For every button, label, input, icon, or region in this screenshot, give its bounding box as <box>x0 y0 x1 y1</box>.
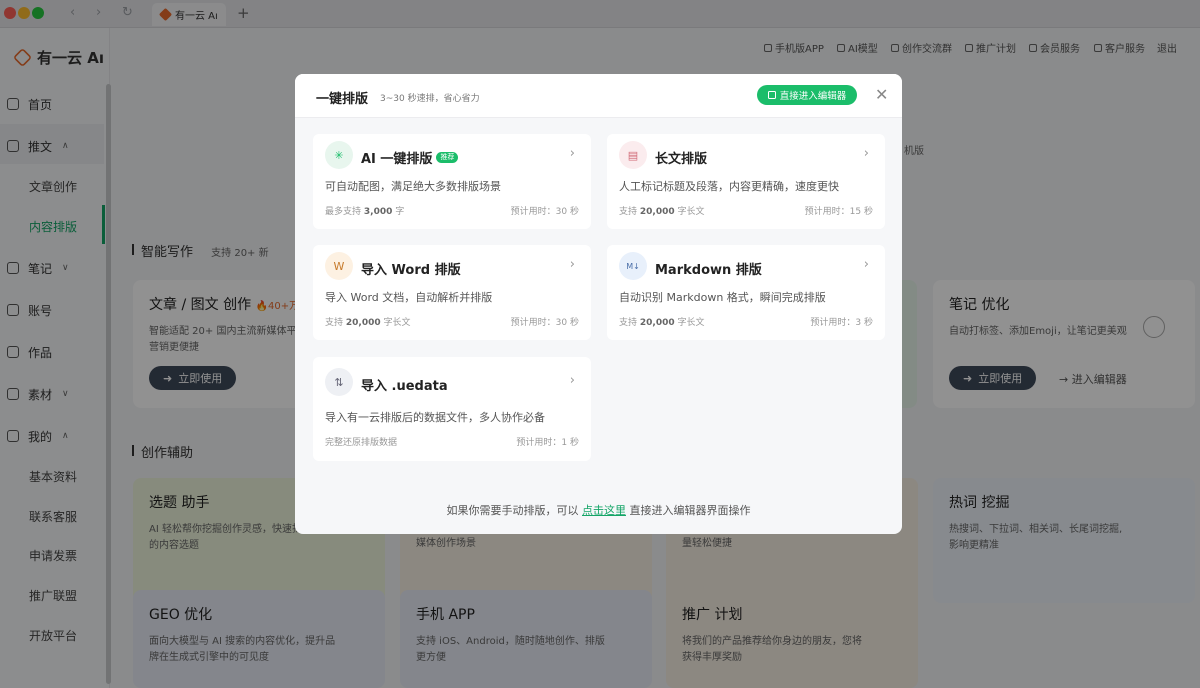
chevron-right-icon: › <box>569 373 575 388</box>
modal-subtitle: 3~30 秒速排，省心省力 <box>380 94 480 104</box>
modal-footer: 如果你需要手动排版，可以 点击这里 直接进入编辑器界面操作 <box>446 504 751 517</box>
chevron-right-icon: › <box>569 257 575 272</box>
option-markdown[interactable]: M↓ Markdown 排版 › 自动识别 Markdown 格式，瞬间完成排版… <box>607 245 885 340</box>
modal-title: 一键排版 <box>316 92 369 107</box>
option-long-article[interactable]: ▤ 长文排版 › 人工标记标题及段落，内容更精确，速度更快 支持 20,000 … <box>607 134 885 229</box>
option-word-import[interactable]: W 导入 Word 排版 › 导入 Word 文档，自动解析并排版 支持 20,… <box>313 245 591 340</box>
chevron-right-icon: › <box>863 146 869 161</box>
modal-header: 一键排版 3~30 秒速排，省心省力 直接进入编辑器 ✕ <box>295 74 902 118</box>
option-uedata-import[interactable]: ⇅ 导入 .uedata › 导入有一云排版后的数据文件，多人协作必备 完整还原… <box>313 357 591 461</box>
manual-layout-link[interactable]: 点击这里 <box>582 504 626 517</box>
ai-sparkle-icon: ✳ <box>325 141 353 169</box>
chevron-right-icon: › <box>569 146 575 161</box>
editor-icon <box>767 91 776 99</box>
layout-modal: 一键排版 3~30 秒速排，省心省力 直接进入编辑器 ✕ ✳ AI 一键排版 推荐… <box>295 74 902 534</box>
close-icon[interactable]: ✕ <box>875 85 888 104</box>
document-icon: ▤ <box>619 141 647 169</box>
recommend-badge: 推荐 <box>436 152 459 163</box>
chevron-right-icon: › <box>863 257 869 272</box>
markdown-icon: M↓ <box>619 252 647 280</box>
uedata-icon: ⇅ <box>325 368 353 396</box>
word-icon: W <box>325 252 353 280</box>
enter-editor-button[interactable]: 直接进入编辑器 <box>757 85 857 105</box>
option-ai-layout[interactable]: ✳ AI 一键排版 推荐 › 可自动配图，满足绝大多数排版场景 最多支持 3,00… <box>313 134 591 229</box>
